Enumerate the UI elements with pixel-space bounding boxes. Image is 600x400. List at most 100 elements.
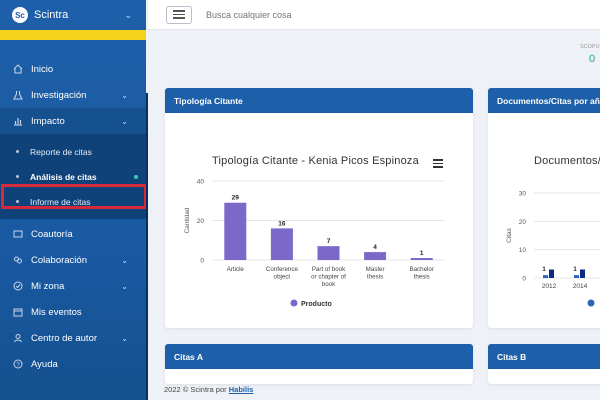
bar bbox=[317, 246, 340, 260]
card-citas-b: Citas B bbox=[488, 344, 600, 384]
y-tick-label: 0 bbox=[522, 276, 526, 283]
scintra-logo: Sc bbox=[12, 7, 28, 23]
card-citas-a: Citas A bbox=[165, 344, 473, 384]
x-tick-label: or chapter of bbox=[311, 274, 346, 281]
x-tick-label: Master bbox=[366, 266, 385, 273]
y-axis-label: Citas bbox=[506, 227, 513, 243]
documentos-bar-chart: 0 10 20 30 Citas 1 2012 1 2014 bbox=[506, 191, 600, 307]
chevron-down-icon: ⌄ bbox=[121, 116, 128, 126]
legend-marker bbox=[290, 299, 298, 307]
y-tick-label: 20 bbox=[519, 219, 527, 226]
y-tick-label: 30 bbox=[519, 191, 527, 198]
card-header: Citas A bbox=[165, 344, 473, 369]
bar bbox=[224, 202, 247, 260]
menu-icon bbox=[173, 10, 185, 12]
sidebar-item-impacto[interactable]: Impacto ⌄ bbox=[0, 108, 146, 134]
sidebar-item-inicio[interactable]: Inicio bbox=[0, 56, 146, 82]
data-label: 1 bbox=[542, 267, 546, 273]
flask-icon bbox=[12, 89, 24, 101]
data-label: 16 bbox=[278, 220, 286, 227]
bar bbox=[549, 269, 554, 278]
home-icon bbox=[12, 63, 24, 75]
legend-marker bbox=[587, 299, 595, 307]
sidebar-item-label: Mi zona bbox=[31, 280, 65, 292]
submenu-item-reporte[interactable]: Reporte de citas bbox=[0, 139, 146, 164]
user-icon bbox=[12, 332, 24, 344]
sidebar-item-ayuda[interactable]: ? Ayuda bbox=[0, 351, 146, 377]
scopus-label: SCOPU bbox=[580, 44, 600, 50]
chevron-down-icon: ⌄ bbox=[121, 255, 128, 265]
x-tick-label: Part of book bbox=[312, 266, 346, 273]
sidebar-item-label: Mis eventos bbox=[31, 306, 82, 318]
x-tick-label: 2014 bbox=[573, 283, 588, 290]
sidebar-item-investigacion[interactable]: Investigación ⌄ bbox=[0, 82, 146, 108]
sidebar-item-label: Colaboración bbox=[31, 254, 87, 266]
chevron-down-icon[interactable]: ⌄ bbox=[124, 10, 132, 21]
y-axis-label: Cantidad bbox=[184, 207, 191, 233]
menu-toggle-button[interactable] bbox=[166, 5, 192, 24]
y-tick-label: 40 bbox=[197, 179, 205, 186]
x-tick-label: Article bbox=[227, 266, 245, 273]
calendar-icon bbox=[12, 306, 24, 318]
x-tick-label: 2012 bbox=[542, 283, 557, 290]
sidebar-item-label: Investigación bbox=[31, 89, 87, 101]
bar bbox=[410, 258, 433, 260]
scopus-value: 0 bbox=[589, 53, 596, 65]
brand-name: Scintra bbox=[34, 9, 69, 21]
search-input[interactable] bbox=[206, 9, 406, 20]
sidebar-item-label: Inicio bbox=[31, 63, 54, 75]
bar bbox=[580, 269, 585, 278]
data-label: 1 bbox=[420, 250, 424, 257]
sidebar-divider bbox=[146, 93, 148, 400]
sidebar-item-coautoria[interactable]: Coautoría bbox=[0, 221, 146, 247]
brand[interactable]: Sc Scintra ⌄ bbox=[0, 0, 146, 30]
y-tick-label: 10 bbox=[519, 247, 527, 254]
check-circle-icon bbox=[12, 280, 24, 292]
data-label: 7 bbox=[327, 238, 331, 245]
card-documentos-citas: Documentos/Citas por año Documentos/ 0 10… bbox=[488, 88, 600, 328]
bar bbox=[270, 228, 293, 260]
tipologia-bar-chart: 0 20 40 Cantidad 29 Article 16 Conferenceobject… bbox=[184, 179, 445, 308]
chevron-down-icon: ⌄ bbox=[121, 90, 128, 100]
menu-icon bbox=[173, 13, 185, 16]
x-tick-label: book bbox=[322, 281, 336, 288]
accent-bar bbox=[0, 30, 146, 40]
sidebar-item-centro-autor[interactable]: Centro de autor ⌄ bbox=[0, 325, 146, 351]
card-header: Citas B bbox=[488, 344, 600, 369]
x-tick-label: thesis bbox=[414, 274, 430, 281]
bar bbox=[543, 275, 548, 278]
sidebar-item-label: Ayuda bbox=[31, 358, 58, 370]
bar bbox=[364, 252, 387, 260]
help-icon: ? bbox=[12, 358, 24, 370]
menu-icon bbox=[173, 17, 185, 19]
sidebar-item-label: Centro de autor bbox=[31, 332, 98, 344]
footer: 2022 © Scintra por Habilis bbox=[164, 385, 253, 394]
y-tick-label: 20 bbox=[197, 218, 205, 225]
collab-icon bbox=[12, 254, 24, 266]
coauthor-icon bbox=[12, 228, 24, 240]
topbar bbox=[148, 0, 600, 30]
sidebar-item-colaboracion[interactable]: Colaboración ⌄ bbox=[0, 247, 146, 273]
bullet-icon bbox=[16, 150, 19, 153]
footer-text: 2022 © Scintra por bbox=[164, 385, 229, 394]
data-label: 4 bbox=[373, 244, 377, 251]
x-tick-label: thesis bbox=[367, 274, 383, 281]
legend-label: Producto bbox=[301, 301, 332, 308]
footer-link-habilis[interactable]: Habilis bbox=[229, 385, 254, 394]
x-tick-label: Bachelor bbox=[409, 266, 433, 273]
chart-icon bbox=[12, 115, 24, 127]
active-indicator-icon bbox=[134, 174, 138, 179]
x-tick-label: object bbox=[274, 274, 291, 281]
sidebar-item-label: Impacto bbox=[31, 115, 65, 127]
sidebar-item-mi-zona[interactable]: Mi zona ⌄ bbox=[0, 273, 146, 299]
data-label: 1 bbox=[573, 267, 577, 273]
x-tick-label: Conference bbox=[266, 266, 299, 273]
annotation-highlight-box bbox=[1, 184, 147, 209]
sidebar: Sc Scintra ⌄ Inicio Investigación ⌄ Impa… bbox=[0, 0, 147, 400]
y-tick-label: 0 bbox=[200, 258, 204, 265]
bar bbox=[574, 275, 579, 278]
sidebar-item-mis-eventos[interactable]: Mis eventos bbox=[0, 299, 146, 325]
chevron-down-icon: ⌄ bbox=[121, 333, 128, 343]
submenu-item-label: Análisis de citas bbox=[30, 171, 97, 182]
chevron-down-icon: ⌄ bbox=[121, 281, 128, 291]
